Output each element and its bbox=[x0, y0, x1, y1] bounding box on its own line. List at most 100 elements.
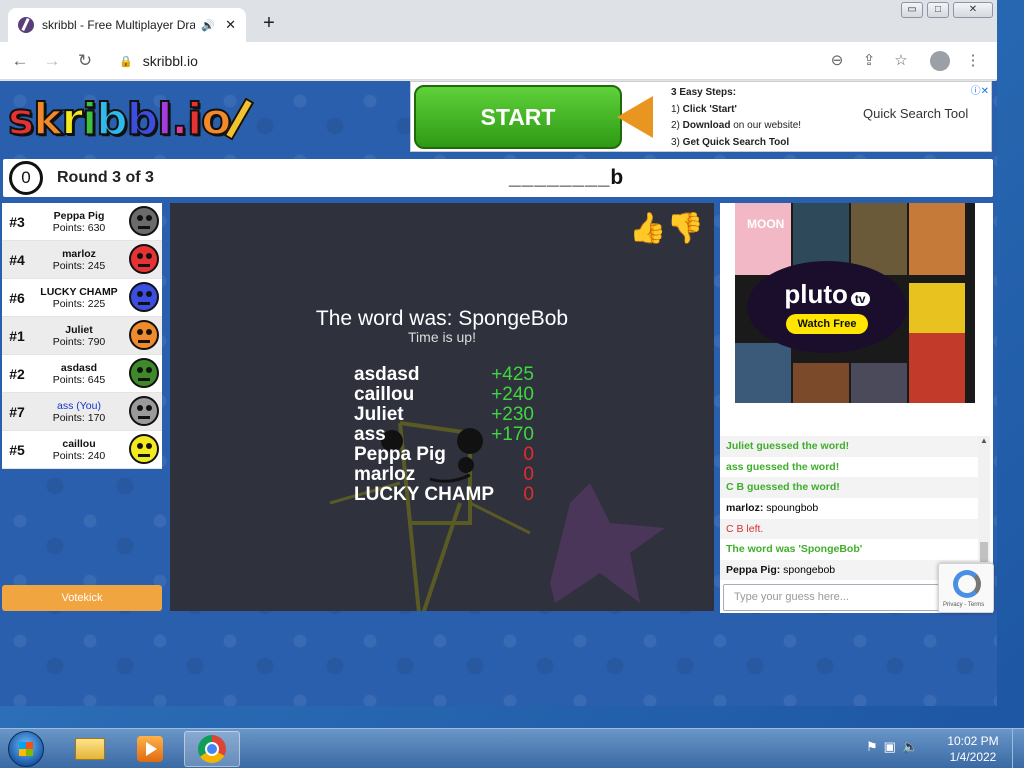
round-label: Round 3 of 3 bbox=[57, 169, 154, 186]
player-points: Points: 790 bbox=[52, 335, 106, 348]
pluto-logo: pluto tv Watch Free bbox=[747, 261, 907, 353]
round-bar: 0 Round 3 of 3 ________b bbox=[3, 159, 993, 197]
votekick-button[interactable]: Votekick bbox=[2, 585, 162, 611]
ad-start-button[interactable]: START bbox=[414, 85, 622, 149]
score-player-name: Peppa Pig bbox=[354, 444, 446, 465]
score-player-name: ass bbox=[354, 424, 386, 445]
player-row[interactable]: #5 caillou Points: 240 bbox=[2, 431, 162, 469]
taskbar-clock[interactable]: 10:02 PM 1/4/2022 bbox=[938, 733, 1008, 765]
player-row[interactable]: #6 LUCKY CHAMP Points: 225 bbox=[2, 279, 162, 317]
url-text: skribbl.io bbox=[142, 53, 198, 69]
ad-close-icon[interactable]: ⓘ✕ bbox=[971, 82, 989, 97]
player-avatar-icon bbox=[128, 205, 160, 239]
close-window-button[interactable]: ✕ bbox=[953, 2, 993, 18]
score-player-name: Juliet bbox=[354, 404, 404, 425]
ad-step-2: 2) Download on our website! bbox=[671, 118, 801, 135]
score-row: asdasd +425 bbox=[354, 365, 534, 385]
round-scores: asdasd +425 caillou +240 Juliet +230 ass +170 Pe… bbox=[354, 365, 534, 505]
ad-step-3-num: 3) bbox=[671, 136, 683, 148]
new-tab-button[interactable]: + bbox=[258, 12, 280, 34]
player-points: Points: 225 bbox=[52, 297, 106, 310]
player-row[interactable]: #3 Peppa Pig Points: 630 bbox=[2, 203, 162, 241]
player-row[interactable]: #1 Juliet Points: 790 bbox=[2, 317, 162, 355]
start-button[interactable] bbox=[8, 731, 44, 767]
menu-kebab-icon[interactable]: ⋮ bbox=[962, 50, 984, 72]
player-avatar-icon bbox=[128, 357, 160, 391]
player-name: marloz bbox=[62, 247, 96, 260]
player-info: marloz Points: 245 bbox=[30, 248, 128, 272]
score-delta: +425 bbox=[491, 364, 534, 385]
player-info: LUCKY CHAMP Points: 225 bbox=[30, 286, 128, 310]
recaptcha-icon bbox=[953, 570, 981, 598]
chat-author: marloz: bbox=[726, 502, 764, 515]
windows-taskbar: ⚑▣🔈 10:02 PM 1/4/2022 bbox=[0, 728, 1024, 768]
taskbar-media-player[interactable] bbox=[122, 731, 178, 767]
ad-step-2-rest: on our website! bbox=[730, 120, 802, 131]
ad-step-1: 1) Click 'Start' bbox=[671, 102, 801, 119]
banner-ad[interactable]: START 3 Easy Steps: 1) Click 'Start' 2) … bbox=[410, 81, 992, 152]
profile-avatar-icon[interactable] bbox=[930, 51, 950, 71]
forward-arrow-icon[interactable]: → bbox=[41, 50, 63, 72]
player-points: Points: 645 bbox=[52, 373, 106, 386]
network-icon[interactable]: ▣ bbox=[884, 739, 902, 754]
chat-author: Peppa Pig: bbox=[726, 564, 781, 577]
pluto-tv-ad[interactable]: MOON pluto tv Watch Free bbox=[735, 203, 975, 403]
score-delta: +170 bbox=[491, 424, 534, 445]
player-row[interactable]: #7 ass (You) Points: 170 bbox=[2, 393, 162, 431]
player-list: #3 Peppa Pig Points: 630 #4 marloz Points: 24… bbox=[2, 203, 162, 469]
bookmark-star-icon[interactable]: ☆ bbox=[890, 50, 912, 72]
chat-scrollbar[interactable]: ▲ ▼ bbox=[978, 436, 990, 580]
score-row: Peppa Pig 0 bbox=[354, 445, 534, 465]
player-points: Points: 245 bbox=[52, 259, 106, 272]
player-rank: #6 bbox=[9, 289, 25, 306]
lock-icon[interactable]: 🔒 bbox=[119, 55, 133, 68]
scroll-thumb[interactable] bbox=[980, 542, 988, 562]
player-row[interactable]: #4 marloz Points: 245 bbox=[2, 241, 162, 279]
minimize-button[interactable]: ▭ bbox=[901, 2, 923, 18]
chat-message: C B guessed the word! bbox=[720, 477, 978, 499]
share-icon[interactable]: ⇪ bbox=[858, 50, 880, 72]
reload-icon[interactable]: ↻ bbox=[74, 50, 96, 72]
ad-arrow-icon bbox=[617, 96, 653, 138]
skribbl-favicon-icon bbox=[18, 17, 34, 33]
score-row: LUCKY CHAMP 0 bbox=[354, 485, 534, 505]
player-points: Points: 240 bbox=[52, 449, 106, 462]
score-player-name: caillou bbox=[354, 384, 415, 405]
address-bar[interactable]: 🔒 skribbl.io bbox=[105, 47, 920, 75]
player-name: asdasd bbox=[60, 361, 98, 374]
chat-message: ass guessed the word! bbox=[726, 460, 840, 473]
maximize-button[interactable]: □ bbox=[927, 2, 949, 18]
browser-tab[interactable]: skribbl - Free Multiplayer Dra 🔊 ✕ bbox=[8, 8, 246, 42]
player-row[interactable]: #2 asdasd Points: 645 bbox=[2, 355, 162, 393]
clock-date: 1/4/2022 bbox=[949, 750, 997, 764]
volume-icon[interactable]: 🔈 bbox=[902, 739, 924, 754]
player-name: Juliet bbox=[65, 323, 93, 336]
taskbar-chrome[interactable] bbox=[184, 731, 240, 767]
drawing-canvas[interactable]: 👍👎 The word was: SpongeBob Time is up! a… bbox=[170, 203, 714, 611]
time-up-subtitle: Time is up! bbox=[408, 329, 476, 345]
player-info: ass (You) Points: 170 bbox=[30, 400, 128, 424]
like-dislike-icons[interactable]: 👍👎 bbox=[629, 211, 704, 246]
chat-log[interactable]: Juliet guessed the word! ass guessed the … bbox=[720, 436, 978, 580]
pluto-tv-badge: tv bbox=[850, 292, 870, 306]
player-points: Points: 170 bbox=[52, 411, 106, 424]
watch-free-button[interactable]: Watch Free bbox=[785, 314, 869, 334]
show-desktop-button[interactable] bbox=[1012, 729, 1024, 768]
ad-brand: Quick Search Tool bbox=[863, 106, 969, 121]
ad-step-1-num: 1) bbox=[671, 103, 683, 115]
taskbar-explorer[interactable] bbox=[62, 731, 118, 767]
player-name: caillou bbox=[62, 437, 96, 450]
zoom-icon[interactable]: ⊖ bbox=[826, 50, 848, 72]
system-tray[interactable]: ⚑▣🔈 bbox=[866, 739, 924, 755]
back-arrow-icon[interactable]: ← bbox=[9, 50, 31, 72]
score-row: marloz 0 bbox=[354, 465, 534, 485]
player-points: Points: 630 bbox=[52, 221, 106, 234]
close-tab-icon[interactable]: ✕ bbox=[225, 17, 236, 33]
recaptcha-badge[interactable]: Privacy - Terms bbox=[938, 563, 994, 613]
flag-icon[interactable]: ⚑ bbox=[866, 739, 884, 754]
scroll-up-icon[interactable]: ▲ bbox=[980, 436, 988, 445]
page-viewport: skribbl.io START 3 Easy Steps: 1) Click … bbox=[0, 81, 997, 706]
recaptcha-text: Privacy - Terms bbox=[943, 602, 985, 608]
logo-text: skribbl.io bbox=[7, 93, 232, 146]
speaker-icon[interactable]: 🔊 bbox=[201, 19, 215, 32]
